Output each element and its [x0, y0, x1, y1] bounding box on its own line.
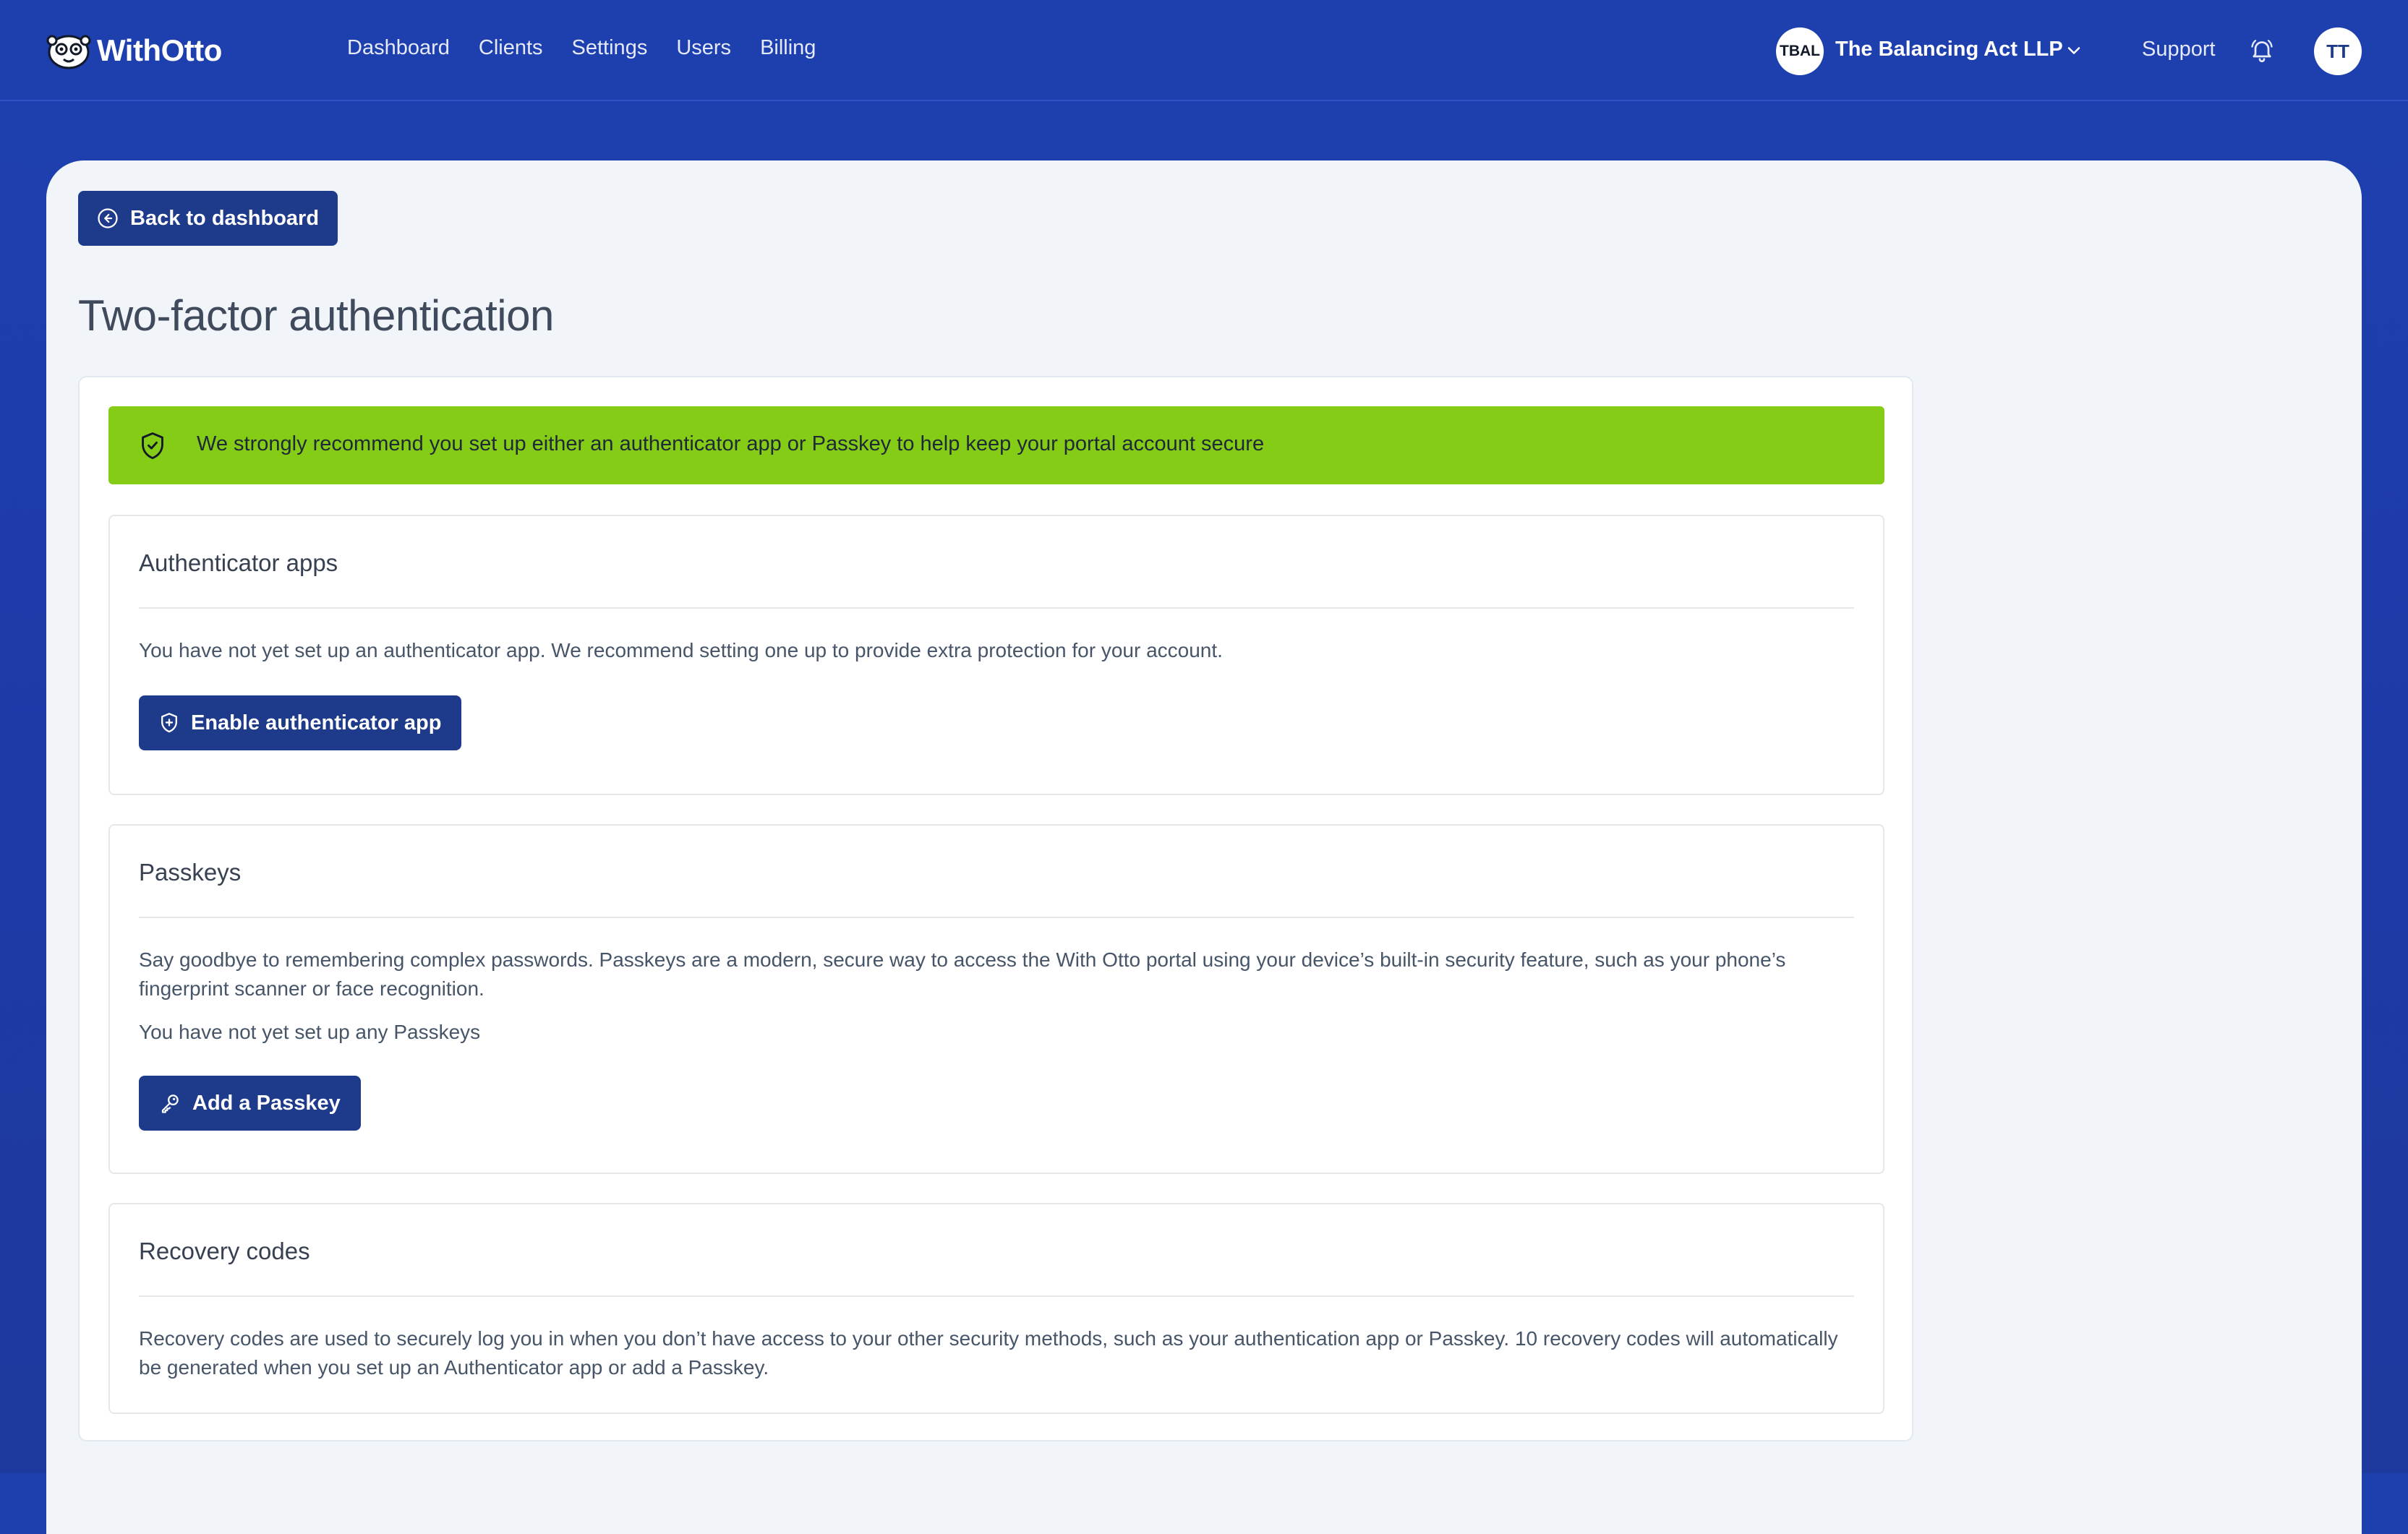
- nav-item-users[interactable]: Users: [676, 36, 731, 60]
- passkeys-status: You have not yet set up any Passkeys: [139, 1021, 481, 1043]
- alert-text: We strongly recommend you set up either …: [197, 432, 1265, 455]
- arrow-left-circle-icon: [98, 208, 118, 228]
- shield-plus-icon: [161, 713, 177, 733]
- brand-logo[interactable]: WithOtto: [46, 30, 222, 71]
- section-divider: [139, 607, 1854, 609]
- section-title: Recovery codes: [139, 1238, 310, 1264]
- add-passkey-label: Add a Passkey: [192, 1091, 341, 1115]
- support-link[interactable]: Support: [2142, 38, 2216, 61]
- authenticator-description: You have not yet set up an authenticator…: [139, 639, 1223, 661]
- nav-item-settings[interactable]: Settings: [572, 36, 648, 60]
- nav-item-billing[interactable]: Billing: [760, 36, 816, 60]
- recovery-codes-description: Recovery codes are used to securely log …: [139, 1327, 1838, 1379]
- org-avatar[interactable]: TBAL: [1776, 27, 1824, 75]
- main-content-panel: Back to dashboard Two-factor authenticat…: [46, 160, 2362, 1534]
- section-title: Passkeys: [139, 859, 242, 886]
- nav-item-dashboard[interactable]: Dashboard: [347, 36, 450, 60]
- otto-mascot-icon: [46, 35, 91, 69]
- passkeys-section: Passkeys Say goodbye to remembering comp…: [108, 824, 1884, 1174]
- section-divider: [139, 917, 1854, 918]
- nav-item-clients[interactable]: Clients: [479, 36, 543, 60]
- two-factor-card: We strongly recommend you set up either …: [78, 376, 1913, 1441]
- section-title: Authenticator apps: [139, 549, 338, 576]
- bell-icon[interactable]: [2249, 36, 2275, 64]
- authenticator-apps-section: Authenticator apps You have not yet set …: [108, 515, 1884, 795]
- enable-authenticator-app-button[interactable]: Enable authenticator app: [139, 695, 462, 750]
- back-to-dashboard-button[interactable]: Back to dashboard: [78, 191, 338, 246]
- security-recommendation-alert: We strongly recommend you set up either …: [108, 406, 1884, 484]
- shield-check-icon: [142, 432, 163, 460]
- main-nav: Dashboard Clients Settings Users Billing: [347, 36, 816, 60]
- top-navigation-bar: WithOtto Dashboard Clients Settings User…: [0, 0, 2408, 101]
- enable-authenticator-label: Enable authenticator app: [191, 711, 442, 734]
- add-passkey-button[interactable]: Add a Passkey: [139, 1076, 361, 1131]
- recovery-codes-section: Recovery codes Recovery codes are used t…: [108, 1203, 1884, 1414]
- passkeys-description: Say goodbye to remembering complex passw…: [139, 948, 1786, 1000]
- section-divider: [139, 1295, 1854, 1297]
- chevron-down-icon[interactable]: [2064, 40, 2084, 61]
- key-icon: [161, 1094, 179, 1113]
- org-switcher-label[interactable]: The Balancing Act LLP: [1835, 38, 2063, 61]
- user-avatar[interactable]: TT: [2314, 27, 2362, 75]
- back-button-label: Back to dashboard: [130, 206, 320, 230]
- brand-name: WithOtto: [97, 33, 222, 67]
- page-title: Two-factor authentication: [78, 291, 554, 340]
